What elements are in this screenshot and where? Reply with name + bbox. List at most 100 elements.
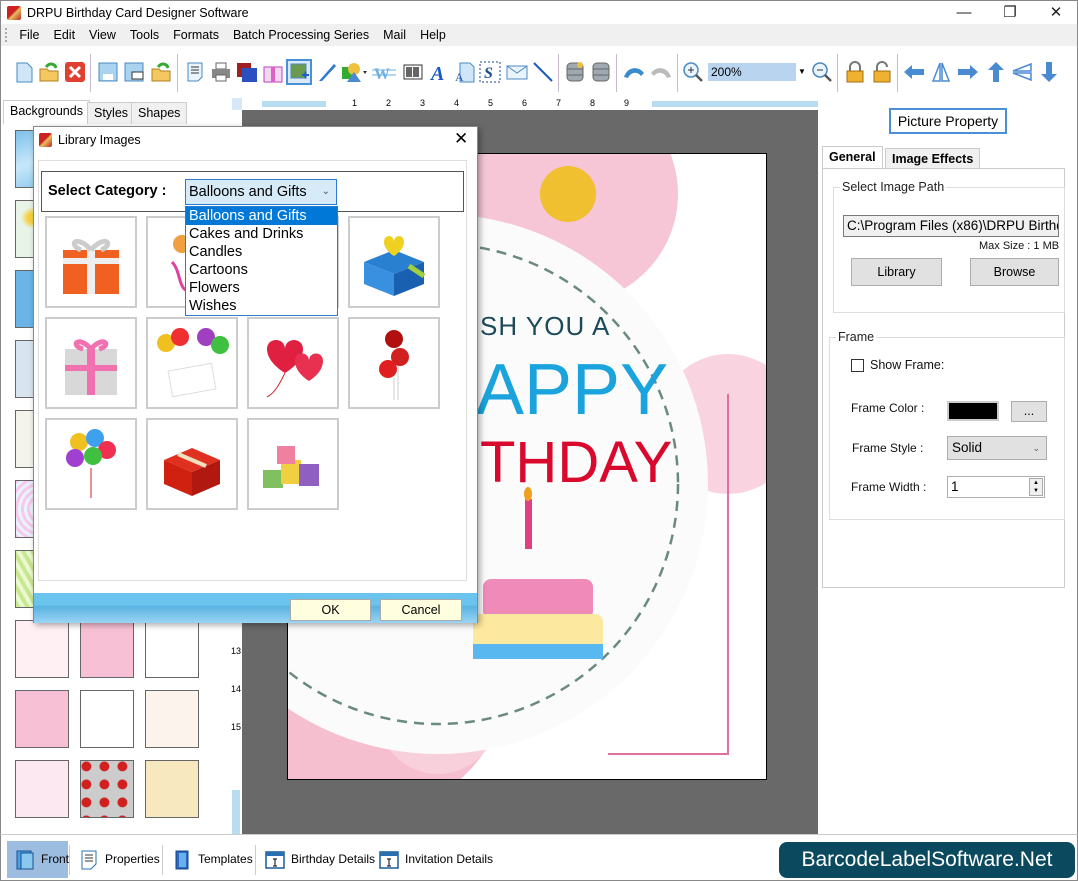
menu-batch-processing[interactable]: Batch Processing Series bbox=[226, 24, 376, 46]
watermark-icon[interactable]: W bbox=[372, 62, 396, 84]
show-frame-checkbox[interactable] bbox=[851, 359, 864, 372]
align-left-icon[interactable] bbox=[903, 61, 925, 83]
bottom-tab-birthday-details[interactable]: Birthday Details bbox=[257, 841, 381, 878]
save-icon[interactable] bbox=[97, 61, 119, 83]
flip-horizontal-icon[interactable] bbox=[930, 61, 952, 83]
library-button[interactable]: Library bbox=[851, 258, 942, 286]
unlock-icon[interactable] bbox=[871, 61, 893, 83]
redo-icon[interactable] bbox=[649, 61, 671, 83]
library-image-red-balloons[interactable] bbox=[348, 317, 440, 409]
bottom-tab-label: Front bbox=[41, 852, 70, 866]
image-path-input[interactable]: C:\Program Files (x86)\DRPU Birthd bbox=[843, 215, 1059, 237]
category-option[interactable]: Candles bbox=[186, 243, 337, 261]
bottom-tab-properties[interactable]: Properties bbox=[71, 841, 166, 878]
menu-view[interactable]: View bbox=[82, 24, 123, 46]
flip-vertical-icon[interactable] bbox=[1011, 61, 1033, 83]
new-icon[interactable] bbox=[13, 61, 35, 83]
background-thumbnail[interactable] bbox=[145, 690, 199, 748]
category-option[interactable]: Cartoons bbox=[186, 261, 337, 279]
background-thumbnail[interactable] bbox=[145, 620, 199, 678]
pen-icon[interactable] bbox=[316, 61, 338, 83]
category-option[interactable]: Cakes and Drinks bbox=[186, 225, 337, 243]
print-icon[interactable] bbox=[210, 61, 232, 83]
signature-icon[interactable]: S bbox=[479, 61, 501, 83]
close-icon[interactable] bbox=[64, 61, 86, 83]
library-image-orange-gift[interactable] bbox=[45, 216, 137, 308]
card-line-2[interactable]: APPY bbox=[476, 349, 668, 431]
library-image-red-gift-box[interactable] bbox=[146, 418, 238, 510]
background-thumbnail[interactable] bbox=[80, 690, 134, 748]
tab-shapes[interactable]: Shapes bbox=[131, 102, 188, 124]
category-option[interactable]: Wishes bbox=[186, 297, 337, 315]
tab-styles[interactable]: Styles bbox=[87, 102, 136, 124]
background-thumbnail[interactable] bbox=[15, 690, 69, 748]
zoom-dropdown-icon[interactable]: ▼ bbox=[798, 63, 807, 81]
open-icon[interactable] bbox=[38, 61, 60, 83]
browse-button[interactable]: Browse bbox=[970, 258, 1059, 286]
minimize-button[interactable]: — bbox=[941, 1, 987, 25]
library-image-pile-of-gifts[interactable] bbox=[247, 418, 339, 510]
export-icon[interactable] bbox=[150, 61, 172, 83]
frame-style-select[interactable]: Solid ⌄ bbox=[947, 436, 1047, 460]
tab-backgrounds[interactable]: Backgrounds bbox=[3, 100, 90, 124]
gift-icon[interactable] bbox=[262, 61, 284, 83]
database-settings-icon[interactable] bbox=[564, 61, 586, 83]
tab-general[interactable]: General bbox=[822, 146, 883, 168]
database-icon[interactable] bbox=[590, 61, 612, 83]
library-image-pink-gift[interactable] bbox=[45, 317, 137, 409]
background-thumbnail[interactable] bbox=[15, 760, 69, 818]
frame-width-input[interactable]: 1 ▲ ▼ bbox=[947, 476, 1045, 498]
align-right-icon[interactable] bbox=[957, 61, 979, 83]
menu-tools[interactable]: Tools bbox=[123, 24, 166, 46]
zoom-in-icon[interactable] bbox=[682, 61, 704, 83]
menu-help[interactable]: Help bbox=[413, 24, 453, 46]
library-image-birthday-balloons-card[interactable] bbox=[146, 317, 238, 409]
menu-edit[interactable]: Edit bbox=[47, 24, 83, 46]
shapes-icon[interactable] bbox=[341, 61, 367, 83]
card-line-1[interactable]: SH YOU A bbox=[480, 311, 610, 342]
zoom-out-icon[interactable] bbox=[811, 61, 833, 83]
insert-picture-icon[interactable] bbox=[286, 59, 312, 85]
undo-icon[interactable] bbox=[622, 61, 644, 83]
lock-icon[interactable] bbox=[844, 61, 866, 83]
category-option[interactable]: Flowers bbox=[186, 279, 337, 297]
background-icon[interactable] bbox=[236, 61, 258, 83]
tab-image-effects[interactable]: Image Effects bbox=[885, 148, 981, 170]
close-window-button[interactable]: ✕ bbox=[1033, 1, 1078, 25]
align-top-icon[interactable] bbox=[985, 61, 1007, 83]
properties-icon[interactable] bbox=[184, 61, 206, 83]
bottom-tab-label: Templates bbox=[198, 852, 253, 866]
background-thumbnail[interactable] bbox=[80, 620, 134, 678]
background-thumbnail[interactable] bbox=[145, 760, 199, 818]
save-as-icon[interactable] bbox=[123, 61, 145, 83]
menu-formats[interactable]: Formats bbox=[166, 24, 226, 46]
cancel-button[interactable]: Cancel bbox=[380, 599, 462, 621]
library-image-red-heart-balloons[interactable] bbox=[247, 317, 339, 409]
barcode-icon[interactable] bbox=[402, 61, 424, 83]
frame-width-stepper[interactable]: ▲ ▼ bbox=[1029, 478, 1043, 496]
frame-color-swatch[interactable] bbox=[947, 401, 999, 421]
card-line-3[interactable]: THDAY bbox=[480, 429, 672, 496]
bottom-tab-templates[interactable]: Templates bbox=[164, 841, 259, 878]
zoom-input[interactable]: 200% bbox=[708, 63, 796, 81]
frame-color-picker-button[interactable]: ... bbox=[1011, 401, 1047, 422]
line-icon[interactable] bbox=[532, 61, 554, 83]
text-box-icon[interactable]: A bbox=[454, 61, 476, 84]
menu-mail[interactable]: Mail bbox=[376, 24, 413, 46]
menu-file[interactable]: File bbox=[12, 24, 46, 46]
ok-button[interactable]: OK bbox=[290, 599, 371, 621]
restore-button[interactable]: ❐ bbox=[987, 1, 1033, 25]
library-image-blue-gift-hearts[interactable] bbox=[348, 216, 440, 308]
bottom-tab-front[interactable]: Front bbox=[7, 841, 70, 878]
toolbar-separator bbox=[677, 54, 678, 92]
category-select[interactable]: Balloons and Gifts ⌄ bbox=[185, 179, 337, 205]
bottom-tab-invitation-details[interactable]: Invitation Details bbox=[371, 841, 499, 878]
align-bottom-icon[interactable] bbox=[1038, 61, 1060, 83]
library-image-multicolor-balloons[interactable] bbox=[45, 418, 137, 510]
background-thumbnail[interactable] bbox=[15, 620, 69, 678]
category-option[interactable]: Balloons and Gifts bbox=[186, 207, 337, 225]
mail-icon[interactable] bbox=[506, 61, 528, 83]
text-icon[interactable]: A bbox=[428, 61, 450, 85]
dialog-close-button[interactable]: ✕ bbox=[454, 129, 468, 149]
background-thumbnail[interactable] bbox=[80, 760, 134, 818]
